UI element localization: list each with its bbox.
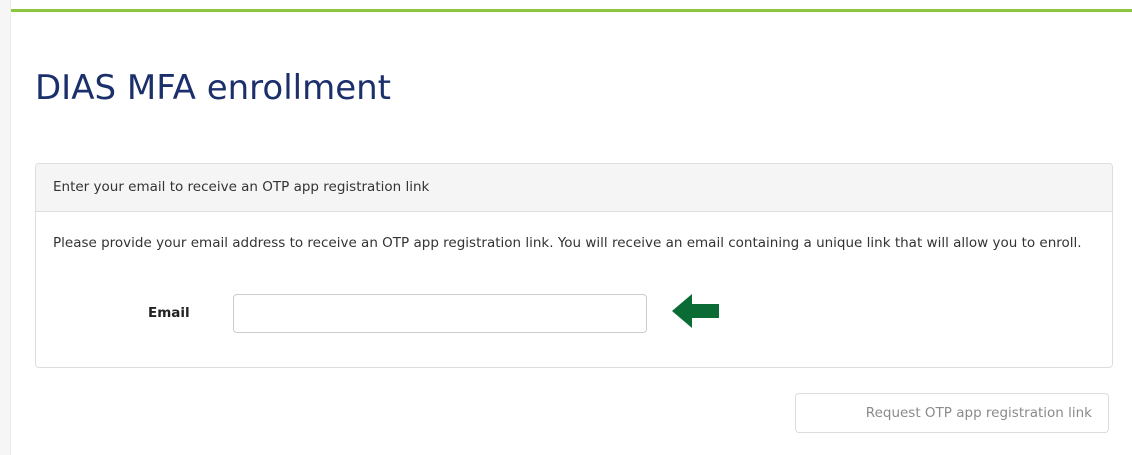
panel-heading: Enter your email to receive an OTP app r…	[36, 164, 1112, 212]
panel-description: Please provide your email address to rec…	[53, 235, 1082, 251]
arrow-left-icon	[672, 294, 719, 328]
enrollment-panel: Enter your email to receive an OTP app r…	[35, 163, 1113, 368]
page-title: DIAS MFA enrollment	[35, 68, 392, 108]
accent-bar	[11, 9, 1132, 12]
email-label: Email	[148, 305, 190, 321]
page: DIAS MFA enrollment Enter your email to …	[0, 0, 1132, 455]
left-border	[0, 0, 11, 455]
panel-heading-text: Enter your email to receive an OTP app r…	[53, 179, 430, 195]
email-input[interactable]	[233, 294, 647, 333]
request-otp-link-button[interactable]: Request OTP app registration link	[795, 393, 1109, 433]
